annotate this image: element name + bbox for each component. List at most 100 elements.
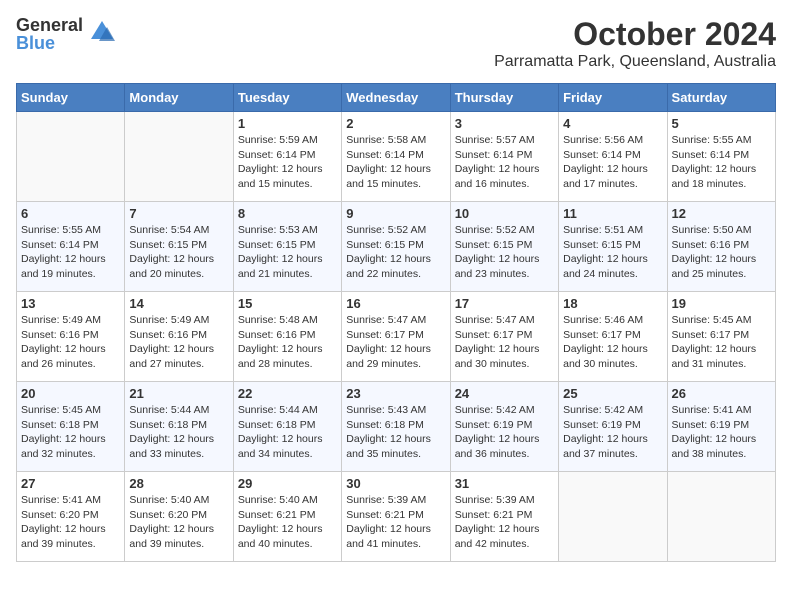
calendar-cell: 9 Sunrise: 5:52 AM Sunset: 6:15 PM Daylig… bbox=[342, 202, 450, 292]
weekday-header: Wednesday bbox=[342, 84, 450, 112]
calendar-cell: 8 Sunrise: 5:53 AM Sunset: 6:15 PM Daylig… bbox=[233, 202, 341, 292]
calendar-cell: 2Sunrise: 5:58 AM Sunset: 6:14 PM Daylig… bbox=[342, 112, 450, 202]
calendar-week-row: 6Sunrise: 5:55 AM Sunset: 6:14 PM Daylig… bbox=[17, 202, 776, 292]
day-info: Sunrise: 5:41 AM Sunset: 6:19 PM Dayligh… bbox=[672, 403, 771, 462]
calendar-cell: 1 Sunrise: 5:59 AM Sunset: 6:14 PM Daylig… bbox=[233, 112, 341, 202]
calendar-cell: 29 Sunrise: 5:40 AM Sunset: 6:21 PM Dayli… bbox=[233, 472, 341, 562]
calendar-cell: 26 Sunrise: 5:41 AM Sunset: 6:19 PM Dayli… bbox=[667, 382, 775, 472]
calendar-week-row: 27 Sunrise: 5:41 AM Sunset: 6:20 PM Dayli… bbox=[17, 472, 776, 562]
logo-blue: Blue bbox=[16, 34, 83, 52]
weekday-header: Tuesday bbox=[233, 84, 341, 112]
weekday-header-row: SundayMondayTuesdayWednesdayThursdayFrid… bbox=[17, 84, 776, 112]
day-info: Sunrise: 5:55 AM Sunset: 6:14 PM Dayligh… bbox=[672, 133, 771, 192]
calendar-cell: 28Sunrise: 5:40 AM Sunset: 6:20 PM Dayli… bbox=[125, 472, 233, 562]
calendar-week-row: 1 Sunrise: 5:59 AM Sunset: 6:14 PM Daylig… bbox=[17, 112, 776, 202]
day-info: Sunrise: 5:45 AM Sunset: 6:17 PM Dayligh… bbox=[672, 313, 771, 372]
calendar-cell: 14Sunrise: 5:49 AM Sunset: 6:16 PM Dayli… bbox=[125, 292, 233, 382]
day-number: 2 bbox=[346, 116, 445, 131]
day-info: Sunrise: 5:40 AM Sunset: 6:21 PM Dayligh… bbox=[238, 493, 337, 552]
day-number: 21 bbox=[129, 386, 228, 401]
calendar-cell: 13Sunrise: 5:49 AM Sunset: 6:16 PM Dayli… bbox=[17, 292, 125, 382]
day-number: 31 bbox=[455, 476, 554, 491]
day-info: Sunrise: 5:44 AM Sunset: 6:18 PM Dayligh… bbox=[129, 403, 228, 462]
calendar-cell bbox=[667, 472, 775, 562]
calendar-cell: 21 Sunrise: 5:44 AM Sunset: 6:18 PM Dayli… bbox=[125, 382, 233, 472]
day-number: 9 bbox=[346, 206, 445, 221]
page-title: October 2024 bbox=[494, 16, 776, 53]
day-number: 28 bbox=[129, 476, 228, 491]
day-number: 6 bbox=[21, 206, 120, 221]
day-info: Sunrise: 5:42 AM Sunset: 6:19 PM Dayligh… bbox=[455, 403, 554, 462]
day-info: Sunrise: 5:47 AM Sunset: 6:17 PM Dayligh… bbox=[455, 313, 554, 372]
calendar-cell: 3 Sunrise: 5:57 AM Sunset: 6:14 PM Daylig… bbox=[450, 112, 558, 202]
day-number: 29 bbox=[238, 476, 337, 491]
weekday-header: Sunday bbox=[17, 84, 125, 112]
calendar-cell: 20Sunrise: 5:45 AM Sunset: 6:18 PM Dayli… bbox=[17, 382, 125, 472]
day-info: Sunrise: 5:47 AM Sunset: 6:17 PM Dayligh… bbox=[346, 313, 445, 372]
calendar-cell: 4Sunrise: 5:56 AM Sunset: 6:14 PM Daylig… bbox=[559, 112, 667, 202]
day-info: Sunrise: 5:53 AM Sunset: 6:15 PM Dayligh… bbox=[238, 223, 337, 282]
calendar-week-row: 13Sunrise: 5:49 AM Sunset: 6:16 PM Dayli… bbox=[17, 292, 776, 382]
calendar-cell: 18 Sunrise: 5:46 AM Sunset: 6:17 PM Dayli… bbox=[559, 292, 667, 382]
day-number: 20 bbox=[21, 386, 120, 401]
day-info: Sunrise: 5:52 AM Sunset: 6:15 PM Dayligh… bbox=[346, 223, 445, 282]
calendar-cell: 23 Sunrise: 5:43 AM Sunset: 6:18 PM Dayli… bbox=[342, 382, 450, 472]
day-number: 30 bbox=[346, 476, 445, 491]
day-number: 22 bbox=[238, 386, 337, 401]
calendar-cell: 30Sunrise: 5:39 AM Sunset: 6:21 PM Dayli… bbox=[342, 472, 450, 562]
logo-general: General bbox=[16, 16, 83, 34]
day-info: Sunrise: 5:46 AM Sunset: 6:17 PM Dayligh… bbox=[563, 313, 662, 372]
title-block: October 2024 Parramatta Park, Queensland… bbox=[494, 16, 776, 71]
day-info: Sunrise: 5:49 AM Sunset: 6:16 PM Dayligh… bbox=[21, 313, 120, 372]
calendar-cell: 17 Sunrise: 5:47 AM Sunset: 6:17 PM Dayli… bbox=[450, 292, 558, 382]
day-number: 23 bbox=[346, 386, 445, 401]
calendar-cell: 12 Sunrise: 5:50 AM Sunset: 6:16 PM Dayli… bbox=[667, 202, 775, 292]
day-info: Sunrise: 5:42 AM Sunset: 6:19 PM Dayligh… bbox=[563, 403, 662, 462]
calendar-cell: 24 Sunrise: 5:42 AM Sunset: 6:19 PM Dayli… bbox=[450, 382, 558, 472]
day-info: Sunrise: 5:54 AM Sunset: 6:15 PM Dayligh… bbox=[129, 223, 228, 282]
calendar-cell bbox=[559, 472, 667, 562]
day-number: 18 bbox=[563, 296, 662, 311]
calendar-cell: 5 Sunrise: 5:55 AM Sunset: 6:14 PM Daylig… bbox=[667, 112, 775, 202]
day-number: 5 bbox=[672, 116, 771, 131]
day-number: 24 bbox=[455, 386, 554, 401]
calendar-cell: 11 Sunrise: 5:51 AM Sunset: 6:15 PM Dayli… bbox=[559, 202, 667, 292]
day-info: Sunrise: 5:44 AM Sunset: 6:18 PM Dayligh… bbox=[238, 403, 337, 462]
day-info: Sunrise: 5:59 AM Sunset: 6:14 PM Dayligh… bbox=[238, 133, 337, 192]
calendar-cell: 16 Sunrise: 5:47 AM Sunset: 6:17 PM Dayli… bbox=[342, 292, 450, 382]
day-info: Sunrise: 5:57 AM Sunset: 6:14 PM Dayligh… bbox=[455, 133, 554, 192]
day-info: Sunrise: 5:51 AM Sunset: 6:15 PM Dayligh… bbox=[563, 223, 662, 282]
calendar-cell: 15 Sunrise: 5:48 AM Sunset: 6:16 PM Dayli… bbox=[233, 292, 341, 382]
day-number: 16 bbox=[346, 296, 445, 311]
day-number: 17 bbox=[455, 296, 554, 311]
weekday-header: Friday bbox=[559, 84, 667, 112]
calendar-cell bbox=[17, 112, 125, 202]
day-number: 7 bbox=[129, 206, 228, 221]
calendar-cell: 31 Sunrise: 5:39 AM Sunset: 6:21 PM Dayli… bbox=[450, 472, 558, 562]
day-info: Sunrise: 5:49 AM Sunset: 6:16 PM Dayligh… bbox=[129, 313, 228, 372]
day-info: Sunrise: 5:39 AM Sunset: 6:21 PM Dayligh… bbox=[455, 493, 554, 552]
day-info: Sunrise: 5:48 AM Sunset: 6:16 PM Dayligh… bbox=[238, 313, 337, 372]
weekday-header: Thursday bbox=[450, 84, 558, 112]
day-number: 26 bbox=[672, 386, 771, 401]
calendar-cell bbox=[125, 112, 233, 202]
day-number: 4 bbox=[563, 116, 662, 131]
day-number: 3 bbox=[455, 116, 554, 131]
day-number: 11 bbox=[563, 206, 662, 221]
calendar-cell: 22 Sunrise: 5:44 AM Sunset: 6:18 PM Dayli… bbox=[233, 382, 341, 472]
day-number: 12 bbox=[672, 206, 771, 221]
day-number: 15 bbox=[238, 296, 337, 311]
day-number: 1 bbox=[238, 116, 337, 131]
day-info: Sunrise: 5:50 AM Sunset: 6:16 PM Dayligh… bbox=[672, 223, 771, 282]
day-info: Sunrise: 5:43 AM Sunset: 6:18 PM Dayligh… bbox=[346, 403, 445, 462]
weekday-header: Monday bbox=[125, 84, 233, 112]
calendar-table: SundayMondayTuesdayWednesdayThursdayFrid… bbox=[16, 83, 776, 562]
day-number: 27 bbox=[21, 476, 120, 491]
day-number: 8 bbox=[238, 206, 337, 221]
day-number: 25 bbox=[563, 386, 662, 401]
logo-icon bbox=[89, 19, 115, 50]
day-number: 10 bbox=[455, 206, 554, 221]
calendar-cell: 25 Sunrise: 5:42 AM Sunset: 6:19 PM Dayli… bbox=[559, 382, 667, 472]
page-header: General Blue October 2024 Parramatta Par… bbox=[16, 16, 776, 71]
day-info: Sunrise: 5:41 AM Sunset: 6:20 PM Dayligh… bbox=[21, 493, 120, 552]
